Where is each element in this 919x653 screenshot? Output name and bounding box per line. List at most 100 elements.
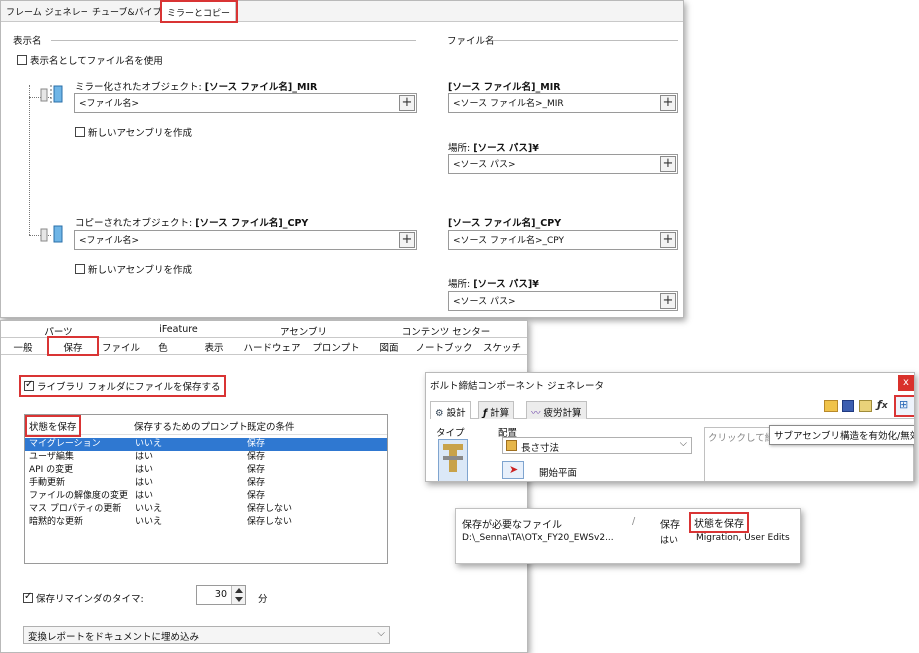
use-file-name-checkbox[interactable]: 表示名としてファイル名を使用 <box>17 53 163 67</box>
table-row[interactable]: ユーザ編集 はい 保存 <box>25 451 387 464</box>
tab-general[interactable]: 一般 <box>1 340 45 354</box>
display-name-heading: 表示名 <box>13 36 42 47</box>
mirrored-name-field[interactable]: <ファイル名> + <box>74 93 417 113</box>
add-button[interactable]: + <box>660 232 676 248</box>
add-button[interactable]: + <box>399 232 415 248</box>
translation-report-value: 変換レポートをドキュメントに埋め込み <box>28 632 200 643</box>
copy-location-field[interactable]: <ソース パス> + <box>448 291 678 311</box>
table-row[interactable]: マス プロパティの更新 いいえ 保存しない <box>25 503 387 516</box>
tab-save[interactable]: 保存 <box>47 336 99 356</box>
add-button[interactable]: + <box>399 95 415 111</box>
file-save-state: Migration, User Edits <box>696 533 790 543</box>
tab-file[interactable]: ファイル <box>101 340 141 354</box>
start-plane-button[interactable]: ➤ <box>502 461 524 479</box>
column-header-save-state[interactable]: 状態を保存 <box>25 415 81 437</box>
table-row[interactable]: ファイルの解像度の変更 はい 保存 <box>25 490 387 503</box>
column-header-prompt[interactable]: 保存するためのプロンプト <box>134 419 248 433</box>
spin-up-icon[interactable] <box>235 588 243 593</box>
tab-ifeature[interactable]: iFeature <box>116 324 241 335</box>
copy-new-assembly-checkbox[interactable]: 新しいアセンブリを作成 <box>75 262 192 276</box>
mirror-new-assembly-checkbox[interactable]: 新しいアセンブリを作成 <box>75 125 192 139</box>
subassembly-tooltip: サブアセンブリ構造を有効化/無効化 <box>769 425 915 445</box>
close-button[interactable]: x <box>898 375 914 391</box>
copy-file-field[interactable]: <ソース ファイル名>_CPY + <box>448 230 678 250</box>
tab-assembly[interactable]: アセンブリ <box>241 324 366 338</box>
save-library-checkbox[interactable]: ライブラリ フォルダにファイルを保存する <box>19 375 226 397</box>
tab-parts[interactable]: パーツ <box>1 324 116 338</box>
tab-design[interactable]: ⚙ 設計 <box>430 401 471 419</box>
fatigue-icon: 〰 <box>531 408 541 419</box>
subassembly-toggle-button[interactable]: ⊞ <box>894 395 914 417</box>
reminder-unit: 分 <box>258 594 268 605</box>
add-button[interactable]: + <box>660 95 676 111</box>
table-row[interactable]: 手動更新 はい 保存 <box>25 477 387 490</box>
tooltip-text: サブアセンブリ構造を有効化/無効化 <box>774 431 915 442</box>
row-default: 保存しない <box>247 504 293 514</box>
file-path: D:\_Senna\TA\OTx_FY20_EWSv2... <box>462 533 614 543</box>
header-save[interactable]: 保存 <box>660 516 680 531</box>
save-files-dialog: 保存が必要なファイル / 保存 状態を保存 D:\_Senna\TA\OTx_F… <box>455 508 801 564</box>
use-file-name-label: 表示名としてファイル名を使用 <box>30 56 163 67</box>
bolt-type-thumbnail[interactable] <box>438 439 468 481</box>
tab-calculation[interactable]: ƒ 計算 <box>478 401 515 419</box>
calculation-icon: ƒ <box>483 408 488 419</box>
tab-drawing[interactable]: 図面 <box>367 340 411 354</box>
tab-fatigue[interactable]: 〰 疲労計算 <box>526 401 587 419</box>
open-folder-icon[interactable] <box>824 400 838 412</box>
reminder-minutes-spinner[interactable]: 30 <box>196 585 246 605</box>
table-row[interactable]: マイグレーション いいえ 保存 <box>25 438 387 451</box>
spinner-buttons[interactable] <box>231 586 245 604</box>
save-icon[interactable] <box>842 400 854 412</box>
header-files[interactable]: 保存が必要なファイル <box>462 516 562 531</box>
column-header-default[interactable]: 既定の条件 <box>247 419 295 433</box>
checkbox-box <box>24 379 34 391</box>
spin-down-icon[interactable] <box>235 597 243 602</box>
copy-location-caption: 場所: [ソース パス]¥ <box>448 276 539 290</box>
save-library-label: ライブラリ フォルダにファイルを保存する <box>37 382 221 393</box>
checkbox-box <box>17 55 27 65</box>
row-prompt: はい <box>135 491 154 501</box>
header-save-state[interactable]: 状態を保存 <box>689 512 749 533</box>
tab-content-center[interactable]: コンテンツ センター <box>366 324 526 338</box>
copied-object-caption: コピーされたオブジェクト: [ソース ファイル名]_CPY <box>75 215 308 229</box>
checkbox-box <box>23 591 33 603</box>
add-button[interactable]: + <box>660 293 676 309</box>
tab-notebook[interactable]: ノートブック <box>413 340 475 354</box>
display-name-rule <box>51 40 416 41</box>
add-button[interactable]: + <box>660 156 676 172</box>
tab-prompt[interactable]: プロンプト <box>305 340 367 354</box>
export-icon[interactable] <box>859 400 872 412</box>
tab-color[interactable]: 色 <box>141 340 185 354</box>
tab-hardware[interactable]: ハードウェア <box>241 340 303 354</box>
table-row[interactable]: API の変更 はい 保存 <box>25 464 387 477</box>
bolt-dialog-title: ボルト締結コンポーネント ジェネレータ <box>430 381 605 392</box>
start-plane-label: 開始平面 <box>539 468 578 479</box>
placement-dropdown[interactable]: 長さ寸法 ⌵ <box>502 437 692 454</box>
mirror-file-field[interactable]: <ソース ファイル名>_MIR + <box>448 93 678 113</box>
row-default: 保存 <box>247 439 266 449</box>
row-default: 保存 <box>247 478 266 488</box>
row-state: マイグレーション <box>29 439 101 449</box>
formula-icon[interactable]: ƒx <box>877 398 888 411</box>
placement-length-icon <box>506 440 517 451</box>
tab-tube-pipe[interactable]: チューブ&パイプ <box>87 1 168 21</box>
reminder-minutes-value: 30 <box>214 589 227 600</box>
table-row[interactable]: 暗黙的な更新 いいえ 保存しない <box>25 516 387 529</box>
file-save-flag: はい <box>660 536 679 546</box>
list-item[interactable]: D:\_Senna\TA\OTx_FY20_EWSv2... はい Migrat… <box>456 533 800 547</box>
save-list-header: 保存が必要なファイル / 保存 状態を保存 <box>456 509 800 533</box>
tab-mirror-copy[interactable]: ミラーとコピー <box>159 0 239 23</box>
group-tab-row: パーツ iFeature アセンブリ コンテンツ センター <box>1 321 527 338</box>
copied-name-field[interactable]: <ファイル名> + <box>74 230 417 250</box>
translation-report-dropdown[interactable]: 変換レポートをドキュメントに埋め込み ⌵ <box>23 626 390 644</box>
row-prompt: いいえ <box>135 517 163 527</box>
checkbox-box <box>75 127 85 137</box>
mirror-location-field[interactable]: <ソース パス> + <box>448 154 678 174</box>
checkbox-box <box>75 264 85 274</box>
mirror-tab-strip: フレーム ジェネレータ チューブ&パイプ ミラーとコピー <box>1 0 683 23</box>
mirror-file-value: <ソース ファイル名>_MIR <box>453 99 564 109</box>
mirror-file-caption: [ソース ファイル名]_MIR <box>448 82 561 93</box>
tab-display[interactable]: 表示 <box>189 340 239 354</box>
save-reminder-checkbox[interactable]: 保存リマインダのタイマ: <box>23 591 144 605</box>
tab-sketch[interactable]: スケッチ <box>477 340 527 354</box>
